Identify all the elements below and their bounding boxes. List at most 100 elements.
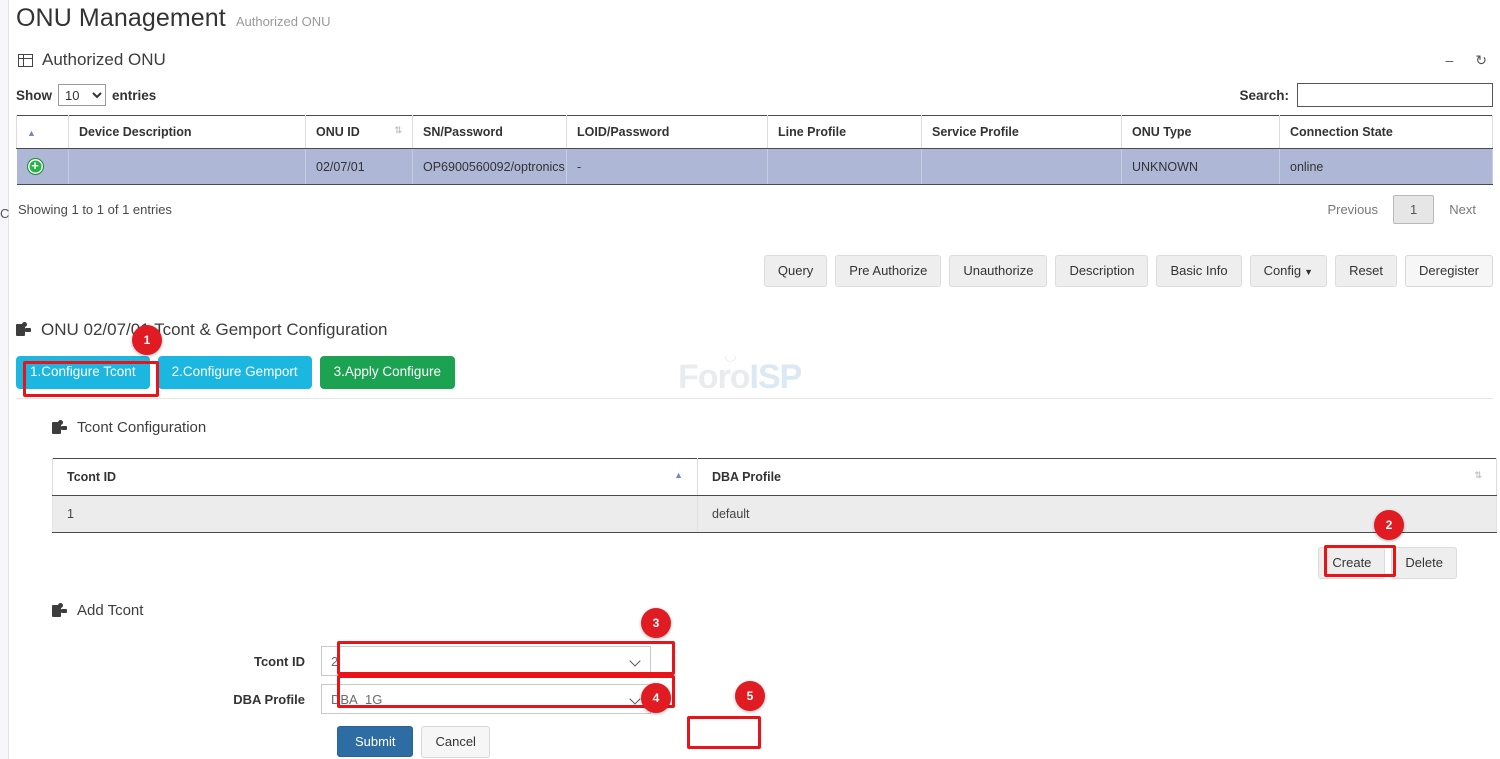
cell-device-description xyxy=(69,149,306,185)
column-header-expand[interactable]: ▲ xyxy=(17,116,69,149)
tcont-table: Tcont ID ▲ DBA Profile ⇅ 1 default xyxy=(52,458,1497,533)
dba-profile-select[interactable]: defaultDBA_1G DBA_100MDBA_500M xyxy=(321,684,651,714)
column-header-loid-password[interactable]: LOID/Password xyxy=(567,116,768,149)
delete-button[interactable]: Delete xyxy=(1391,547,1457,579)
basic-info-button[interactable]: Basic Info xyxy=(1156,255,1241,287)
search-input[interactable] xyxy=(1297,83,1493,107)
watermark-wave-icon: ◡ xyxy=(724,346,737,364)
tcont-id-row: Tcont ID 234 5678 xyxy=(16,646,1493,676)
column-header-connection-state[interactable]: Connection State xyxy=(1280,116,1493,149)
tcont-buttons: Create Delete xyxy=(16,547,1493,579)
column-header-onu-id[interactable]: ONU ID ⇅ xyxy=(306,116,413,149)
sort-both-icon: ⇅ xyxy=(1474,470,1482,481)
puzzle-icon xyxy=(52,604,68,618)
configure-tcont-tab[interactable]: 1.Configure Tcont xyxy=(16,356,150,389)
datatable-info: Showing 1 to 1 of 1 entries xyxy=(18,202,172,217)
column-header-device-description[interactable]: Device Description xyxy=(69,116,306,149)
cell-connection-state: online xyxy=(1280,149,1493,185)
cell-tcont-id: 1 xyxy=(53,496,698,533)
pre-authorize-button[interactable]: Pre Authorize xyxy=(835,255,941,287)
entries-label: entries xyxy=(112,88,156,103)
sort-asc-icon: ▲ xyxy=(674,470,683,480)
config-button-label: Config xyxy=(1264,263,1302,278)
tcont-id-select[interactable]: 234 5678 xyxy=(321,646,651,676)
clipped-sidebar-text: C xyxy=(0,206,9,221)
description-button[interactable]: Description xyxy=(1055,255,1148,287)
add-tcont-section: Add Tcont Tcont ID 234 5678 DBA Profile … xyxy=(16,602,1493,758)
create-button[interactable]: Create xyxy=(1318,547,1385,579)
sort-asc-icon: ▲ xyxy=(27,128,36,138)
column-header-line-profile[interactable]: Line Profile xyxy=(768,116,922,149)
column-header-tcont-id[interactable]: Tcont ID ▲ xyxy=(53,459,698,496)
tcont-config-heading: Tcont Configuration xyxy=(52,419,1493,436)
cell-onu-type: UNKNOWN xyxy=(1122,149,1280,185)
datatable-footer: Showing 1 to 1 of 1 entries Previous 1 N… xyxy=(16,185,1493,224)
annotation-badge-3: 3 xyxy=(641,608,671,638)
sort-both-icon: ⇅ xyxy=(394,125,402,136)
tcont-id-label: Tcont ID xyxy=(16,654,321,669)
table-header-row: ▲ Device Description ONU ID ⇅ SN/Password… xyxy=(17,116,1493,149)
configure-gemport-tab[interactable]: 2.Configure Gemport xyxy=(158,356,312,389)
annotation-badge-2: 2 xyxy=(1374,510,1404,540)
tcont-id-select-wrap: 234 5678 xyxy=(321,646,651,676)
authorized-onu-table: ▲ Device Description ONU ID ⇅ SN/Password… xyxy=(16,115,1493,185)
column-header-dba-profile-label: DBA Profile xyxy=(712,470,781,484)
cell-line-profile xyxy=(768,149,922,185)
cell-loid-password: - xyxy=(567,149,768,185)
datatable-controls: Show 102550100 entries Search: xyxy=(16,80,1493,115)
onu-config-section: ONU 02/07/01 Tcont & Gemport Configurati… xyxy=(16,320,1493,399)
onu-config-heading: ONU 02/07/01 Tcont & Gemport Configurati… xyxy=(16,320,1493,340)
dba-profile-label: DBA Profile xyxy=(16,692,321,707)
unauthorize-button[interactable]: Unauthorize xyxy=(949,255,1047,287)
puzzle-icon xyxy=(52,421,68,435)
add-tcont-heading: Add Tcont xyxy=(52,602,1493,619)
page-title: ONU Management xyxy=(16,4,226,33)
onu-management-page: C ◡ ForoISP ONU Management Authorized ON… xyxy=(0,0,1500,759)
pagination: Previous 1 Next xyxy=(1312,195,1491,224)
tcont-header-row: Tcont ID ▲ DBA Profile ⇅ xyxy=(53,459,1497,496)
cancel-button[interactable]: Cancel xyxy=(421,726,489,758)
column-header-tcont-id-label: Tcont ID xyxy=(67,470,116,484)
submit-button[interactable]: Submit xyxy=(337,726,413,757)
cell-sn-password: OP6900560092/optronics xyxy=(413,149,567,185)
annotation-badge-5: 5 xyxy=(735,681,765,711)
minimize-icon[interactable]: – xyxy=(1445,53,1453,67)
column-header-onu-type[interactable]: ONU Type xyxy=(1122,116,1280,149)
show-label: Show xyxy=(16,88,52,103)
pagination-next[interactable]: Next xyxy=(1434,195,1491,224)
annotation-badge-4: 4 xyxy=(641,683,671,713)
apply-configure-tab[interactable]: 3.Apply Configure xyxy=(320,356,455,389)
add-tcont-title: Add Tcont xyxy=(77,602,143,619)
refresh-icon[interactable]: ↻ xyxy=(1475,53,1487,67)
panel-title: Authorized ONU xyxy=(42,50,166,70)
puzzle-icon xyxy=(16,323,32,337)
page-subtitle: Authorized ONU xyxy=(236,14,331,29)
column-header-service-profile[interactable]: Service Profile xyxy=(922,116,1122,149)
authorized-onu-panel: Authorized ONU – ↻ Show 102550100 entrie… xyxy=(16,42,1493,224)
cell-onu-id: 02/07/01 xyxy=(306,149,413,185)
tabs-divider xyxy=(16,398,1493,399)
annotation-badge-1: 1 xyxy=(132,325,162,355)
form-buttons: Submit Cancel xyxy=(337,726,1493,758)
config-tabs: 1.Configure Tcont 2.Configure Gemport 3.… xyxy=(16,356,1493,389)
onu-action-buttons: Query Pre Authorize Unauthorize Descript… xyxy=(16,255,1493,287)
panel-tools: – ↻ xyxy=(1445,53,1491,67)
plus-circle-icon[interactable]: + xyxy=(27,158,44,175)
tcont-config-title: Tcont Configuration xyxy=(77,419,206,436)
pagination-page-1[interactable]: 1 xyxy=(1393,195,1434,224)
pagination-previous[interactable]: Previous xyxy=(1312,195,1393,224)
deregister-button[interactable]: Deregister xyxy=(1405,255,1493,287)
reset-button[interactable]: Reset xyxy=(1335,255,1397,287)
column-header-onu-id-label: ONU ID xyxy=(316,125,360,139)
query-button[interactable]: Query xyxy=(764,255,827,287)
search-label: Search: xyxy=(1239,88,1289,103)
tcont-table-row[interactable]: 1 default xyxy=(53,496,1497,533)
column-header-dba-profile[interactable]: DBA Profile ⇅ xyxy=(698,459,1497,496)
config-button[interactable]: Config▼ xyxy=(1250,255,1328,287)
search-control: Search: xyxy=(1239,83,1493,107)
row-expand-cell[interactable]: + xyxy=(17,149,69,185)
page-length-select[interactable]: 102550100 xyxy=(58,84,106,106)
table-row[interactable]: + 02/07/01 OP6900560092/optronics - UNKN… xyxy=(17,149,1493,185)
column-header-sn-password[interactable]: SN/Password xyxy=(413,116,567,149)
sidebar-edge xyxy=(0,0,9,759)
